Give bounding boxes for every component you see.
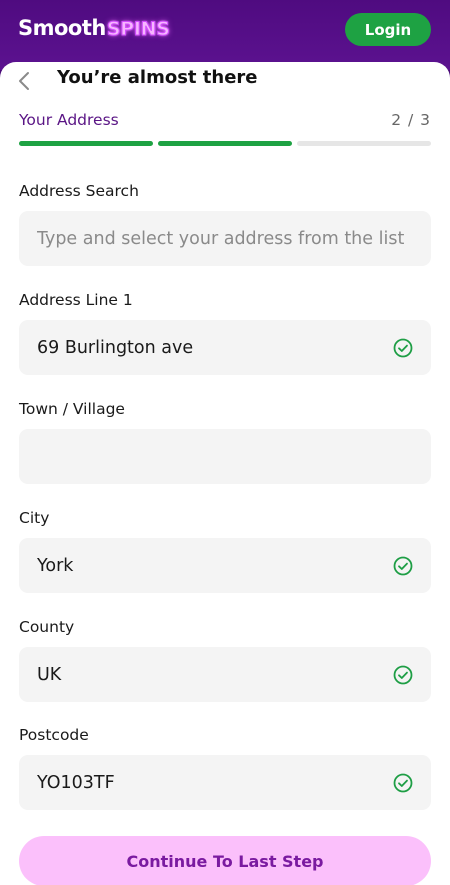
step-counter: 2 / 3 bbox=[391, 111, 431, 129]
step-label: Your Address bbox=[19, 111, 119, 129]
registration-card: You’re almost there Your Address 2 / 3 A… bbox=[0, 62, 450, 885]
county-label: County bbox=[19, 618, 75, 636]
address-line-1-value: 69 Burlington ave bbox=[37, 337, 194, 358]
progress-segment-1 bbox=[19, 141, 153, 146]
address-line-1-input[interactable]: 69 Burlington ave bbox=[19, 320, 431, 375]
postcode-value: YO103TF bbox=[37, 772, 115, 793]
city-value: York bbox=[37, 555, 74, 576]
check-circle-icon bbox=[393, 665, 413, 684]
check-circle-icon bbox=[393, 556, 413, 575]
address-search-input[interactable]: Type and select your address from the li… bbox=[19, 211, 431, 266]
city-label: City bbox=[19, 509, 50, 527]
progress-segment-3 bbox=[297, 141, 431, 146]
address-search-placeholder: Type and select your address from the li… bbox=[37, 228, 405, 249]
postcode-input[interactable]: YO103TF bbox=[19, 755, 431, 810]
town-input[interactable] bbox=[19, 429, 431, 484]
page-title: You’re almost there bbox=[57, 67, 258, 88]
step-progress-bar bbox=[19, 141, 431, 146]
progress-segment-2 bbox=[158, 141, 292, 146]
logo-smooth-text: Smooth bbox=[18, 16, 106, 40]
smooth-spins-logo[interactable]: Smooth SPINS bbox=[18, 16, 170, 46]
back-button[interactable] bbox=[12, 69, 36, 93]
logo-spins-text: SPINS bbox=[106, 18, 170, 41]
city-input[interactable]: York bbox=[19, 538, 431, 593]
postcode-label: Postcode bbox=[19, 726, 89, 744]
continue-button[interactable]: Continue To Last Step bbox=[19, 836, 431, 885]
address-line-1-label: Address Line 1 bbox=[19, 291, 133, 309]
check-circle-icon bbox=[393, 338, 413, 357]
check-circle-icon bbox=[393, 773, 413, 792]
county-input[interactable]: UK bbox=[19, 647, 431, 702]
town-label: Town / Village bbox=[19, 400, 125, 418]
county-value: UK bbox=[37, 664, 62, 685]
address-search-label: Address Search bbox=[19, 182, 139, 200]
chevron-left-icon bbox=[19, 72, 29, 90]
top-bar: Smooth SPINS Login bbox=[0, 0, 450, 70]
login-button[interactable]: Login bbox=[345, 13, 431, 46]
